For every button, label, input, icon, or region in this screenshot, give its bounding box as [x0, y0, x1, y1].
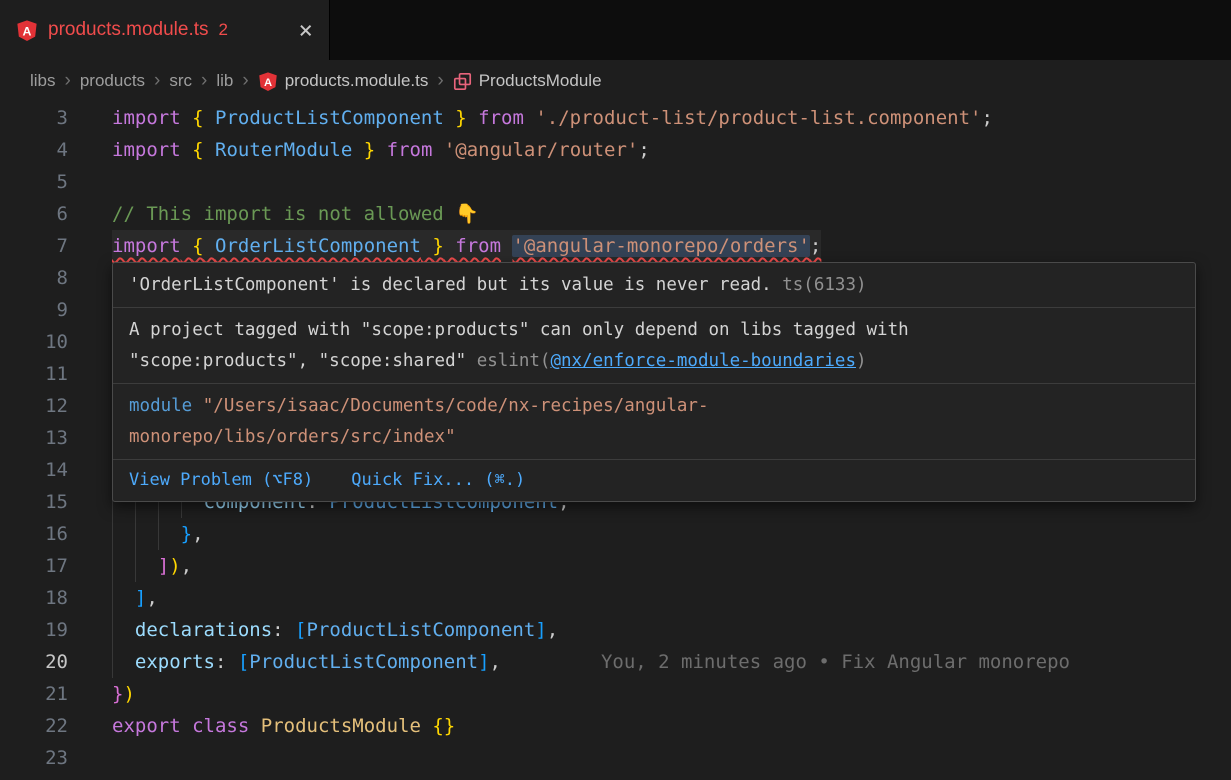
- tab-bar: A products.module.ts 2 ×: [0, 0, 1231, 60]
- code-line[interactable]: 3 import { ProductListComponent } from '.…: [0, 102, 1231, 134]
- line-number[interactable]: 20: [0, 646, 68, 678]
- vscode-window: A products.module.ts 2 × libs › products…: [0, 0, 1231, 780]
- chevron-right-icon: ›: [242, 70, 248, 92]
- line-number[interactable]: 9: [0, 294, 68, 326]
- code-text: }): [112, 678, 135, 710]
- chevron-right-icon: ›: [437, 70, 443, 92]
- indent-guide: [158, 518, 181, 550]
- line-number[interactable]: 13: [0, 422, 68, 454]
- tab-label: products.module.ts: [48, 19, 209, 41]
- editor: 3 import { ProductListComponent } from '.…: [0, 102, 1231, 780]
- module-path-line2: monorepo/libs/orders/src/index": [129, 422, 1179, 453]
- code-text: ],: [112, 582, 158, 614]
- svg-text:A: A: [264, 77, 272, 89]
- hover-popup: 'OrderListComponent' is declared but its…: [112, 262, 1196, 502]
- eslint-message-line1: A project tagged with "scope:products" c…: [129, 315, 1179, 346]
- line-number[interactable]: 14: [0, 454, 68, 486]
- code-text: ]),: [112, 550, 192, 582]
- angular-icon: A: [258, 71, 278, 92]
- chevron-right-icon: ›: [154, 70, 160, 92]
- line-number[interactable]: 4: [0, 134, 68, 166]
- tab-products-module[interactable]: A products.module.ts 2 ×: [0, 0, 330, 60]
- class-symbol-icon: [453, 72, 472, 91]
- breadcrumb-item-src[interactable]: src: [169, 71, 192, 91]
- line-number[interactable]: 3: [0, 102, 68, 134]
- module-path-line1: module "/Users/isaac/Documents/code/nx-r…: [129, 391, 1179, 422]
- eslint-source-open: eslint(: [477, 351, 551, 371]
- eslint-source-close: ): [856, 351, 867, 371]
- line-number[interactable]: 16: [0, 518, 68, 550]
- code-line[interactable]: 16},: [0, 518, 1231, 550]
- line-number[interactable]: 7: [0, 230, 68, 262]
- breadcrumb-item-libs[interactable]: libs: [30, 71, 56, 91]
- code-text: import { ProductListComponent } from './…: [112, 102, 993, 134]
- line-number[interactable]: 12: [0, 390, 68, 422]
- code-line[interactable]: 20 exports: [ProductListComponent],You, 2…: [0, 646, 1231, 678]
- chevron-right-icon: ›: [65, 70, 71, 92]
- indent-guide: [112, 582, 135, 614]
- code-line[interactable]: 17]),: [0, 550, 1231, 582]
- code-line[interactable]: 19 declarations: [ProductListComponent],: [0, 614, 1231, 646]
- code-line[interactable]: 23: [0, 742, 1231, 774]
- breadcrumb-file[interactable]: products.module.ts: [285, 71, 429, 91]
- line-number[interactable]: 5: [0, 166, 68, 198]
- tab-problems-badge: 2: [219, 20, 228, 40]
- line-number[interactable]: 11: [0, 358, 68, 390]
- indent-guide: [112, 646, 135, 678]
- code-line[interactable]: 5: [0, 166, 1231, 198]
- code-text: // This import is not allowed 👇: [112, 198, 479, 230]
- code-text: import { OrderListComponent } from '@ang…: [112, 230, 821, 262]
- code-line[interactable]: 6 // This import is not allowed 👇: [0, 198, 1231, 230]
- breadcrumb-symbol[interactable]: ProductsModule: [479, 71, 602, 91]
- eslint-message-line2: "scope:products", "scope:shared" eslint(…: [129, 346, 1179, 377]
- line-number[interactable]: 23: [0, 742, 68, 774]
- line-number[interactable]: 17: [0, 550, 68, 582]
- line-number[interactable]: 19: [0, 614, 68, 646]
- git-blame-annotation: You, 2 minutes ago • Fix Angular monorep…: [601, 651, 1070, 673]
- eslint-rule-link[interactable]: @nx/enforce-module-boundaries: [550, 351, 856, 371]
- line-number[interactable]: 6: [0, 198, 68, 230]
- view-problem-action[interactable]: View Problem (⌥F8): [129, 465, 313, 496]
- ts-diagnostic-text: 'OrderListComponent' is declared but its…: [129, 275, 772, 295]
- ts-diagnostic-source: ts(6133): [772, 275, 867, 295]
- quick-fix-action[interactable]: Quick Fix... (⌘.): [351, 465, 525, 496]
- chevron-right-icon: ›: [201, 70, 207, 92]
- line-number[interactable]: 8: [0, 262, 68, 294]
- code-text: import { RouterModule } from '@angular/r…: [112, 134, 650, 166]
- hover-module-info: module "/Users/isaac/Documents/code/nx-r…: [113, 384, 1195, 459]
- code-line[interactable]: 4 import { RouterModule } from '@angular/…: [0, 134, 1231, 166]
- line-number[interactable]: 22: [0, 710, 68, 742]
- indent-guide: [135, 518, 158, 550]
- module-keyword: module: [129, 396, 192, 416]
- angular-icon: A: [16, 19, 38, 42]
- indent-guide: [112, 614, 135, 646]
- line-number[interactable]: 18: [0, 582, 68, 614]
- breadcrumb: libs › products › src › lib › A products…: [0, 60, 1231, 102]
- breadcrumb-item-products[interactable]: products: [80, 71, 145, 91]
- close-icon[interactable]: ×: [299, 18, 313, 42]
- code-line[interactable]: 7 import { OrderListComponent } from '@an…: [0, 230, 1231, 262]
- line-number[interactable]: 10: [0, 326, 68, 358]
- code-text: declarations: [ProductListComponent],: [112, 614, 558, 646]
- svg-text:A: A: [23, 24, 32, 38]
- line-number[interactable]: 21: [0, 678, 68, 710]
- code-text: export class ProductsModule {}: [112, 710, 455, 742]
- indent-guide: [112, 518, 135, 550]
- breadcrumb-item-lib[interactable]: lib: [216, 71, 233, 91]
- hover-actions: View Problem (⌥F8) Quick Fix... (⌘.): [113, 460, 1195, 501]
- code-line[interactable]: 18],: [0, 582, 1231, 614]
- code-line[interactable]: 22 export class ProductsModule {}: [0, 710, 1231, 742]
- indent-guide: [135, 550, 158, 582]
- hover-eslint-diagnostic: A project tagged with "scope:products" c…: [113, 308, 1195, 383]
- indent-guide: [112, 550, 135, 582]
- code-text: exports: [ProductListComponent],You, 2 m…: [112, 646, 1070, 678]
- code-line[interactable]: 21}): [0, 678, 1231, 710]
- hover-ts-diagnostic: 'OrderListComponent' is declared but its…: [113, 263, 1195, 307]
- code-text: },: [112, 518, 204, 550]
- line-number[interactable]: 15: [0, 486, 68, 518]
